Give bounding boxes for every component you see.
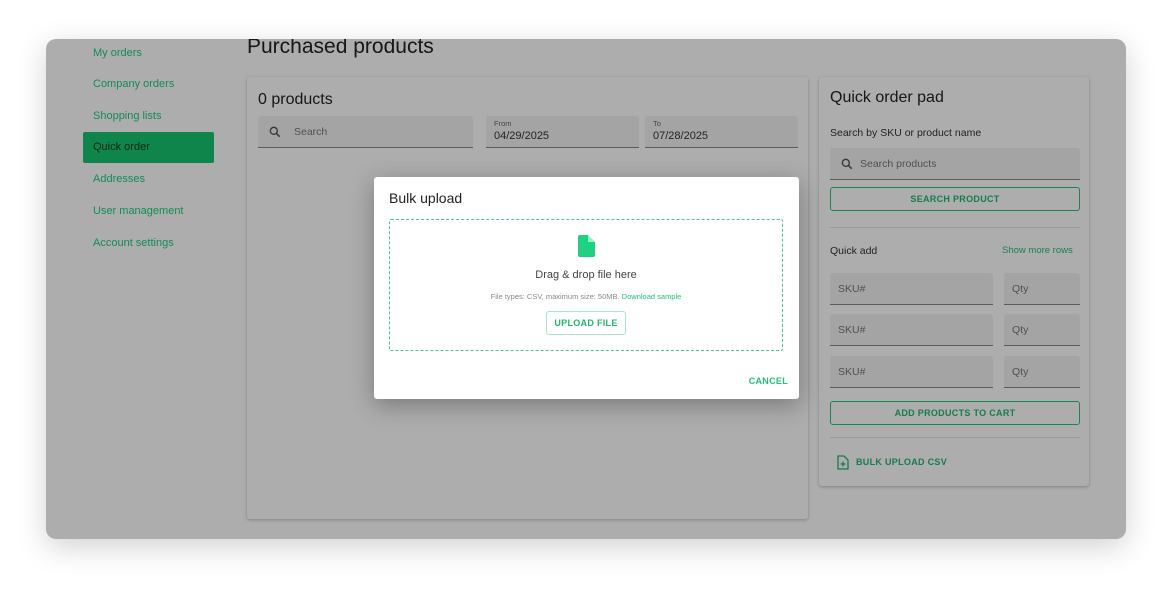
file-dropzone[interactable]: Drag & drop file here File types: CSV, m… bbox=[389, 219, 783, 351]
download-sample-link[interactable]: Download sample bbox=[622, 292, 682, 301]
cancel-button[interactable]: CANCEL bbox=[749, 376, 788, 386]
upload-file-button[interactable]: UPLOAD FILE bbox=[546, 311, 626, 335]
file-icon bbox=[578, 235, 595, 257]
file-types-text: File types: CSV, maximum size: 50MB. bbox=[490, 292, 620, 301]
app-window: My orders Company orders Shopping lists … bbox=[46, 39, 1126, 539]
dialog-title: Bulk upload bbox=[389, 190, 463, 206]
drop-instruction: Drag & drop file here bbox=[535, 269, 637, 281]
file-requirements: File types: CSV, maximum size: 50MB. Dow… bbox=[390, 292, 782, 301]
bulk-upload-dialog: Bulk upload Drag & drop file here File t… bbox=[374, 177, 799, 399]
